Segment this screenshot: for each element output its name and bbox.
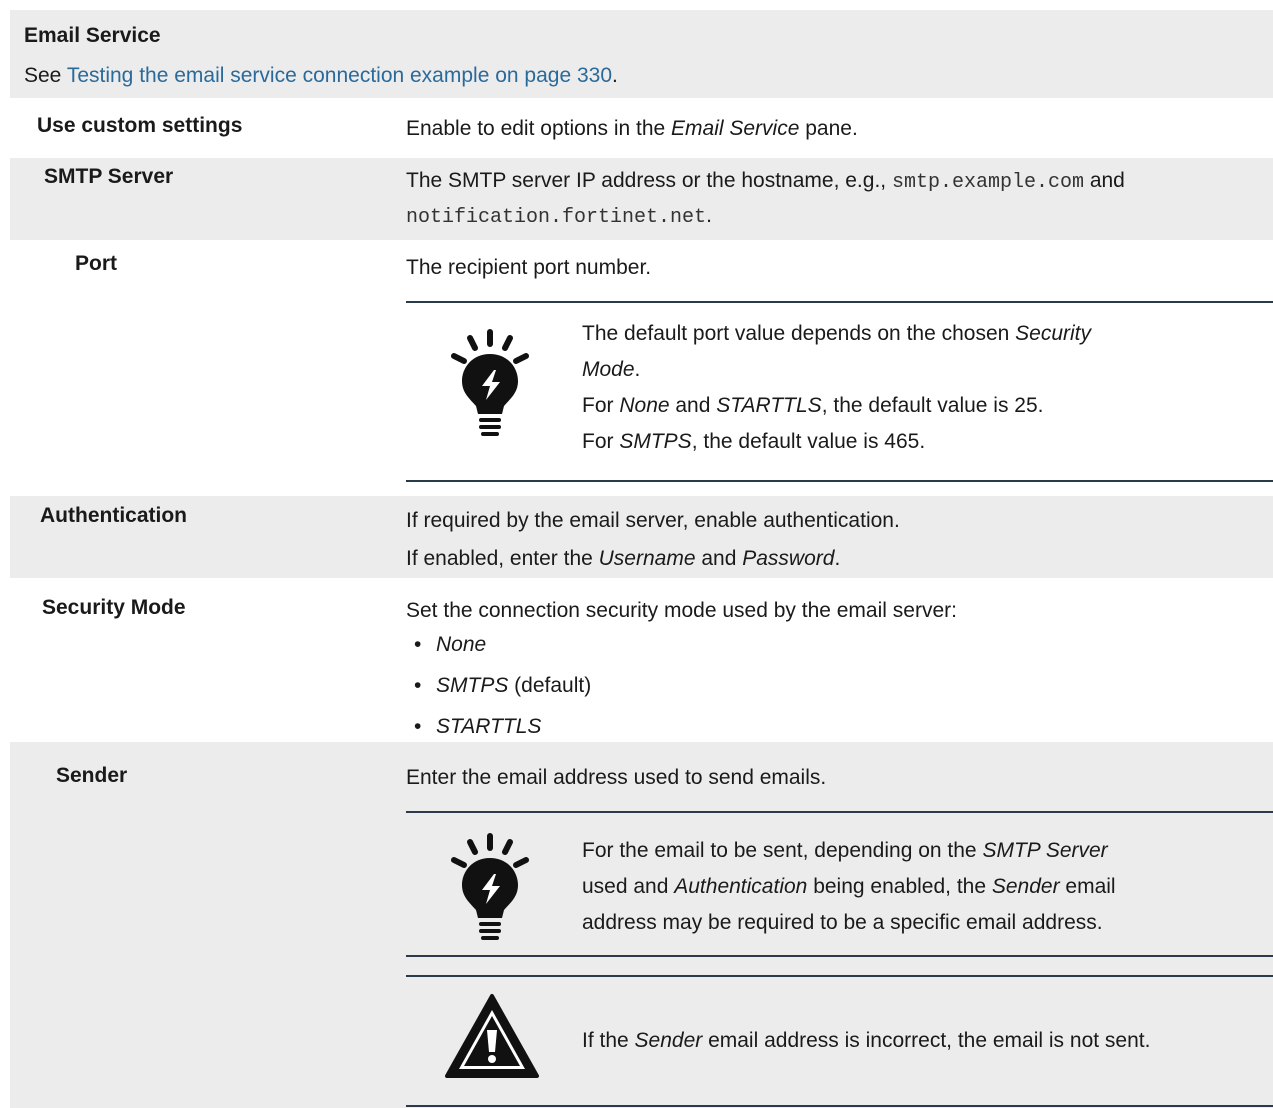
label-sender: Sender [56, 764, 128, 787]
tip-text: being enabled, the [807, 875, 992, 898]
desc-text: pane. [799, 117, 858, 140]
sender-tip-top-rule [406, 811, 1273, 813]
desc-authentication: If required by the email server, enable … [406, 502, 900, 578]
tip-text: For [582, 430, 620, 453]
label-smtp-server: SMTP Server [44, 165, 174, 188]
code-notification-host: notification.fortinet.net [406, 206, 707, 229]
lightbulb-tip-icon [451, 329, 529, 436]
desc-text: If enabled, enter the [406, 547, 599, 570]
label-port: Port [75, 252, 117, 275]
tip-em: Sender [991, 875, 1060, 898]
desc-sender: Enter the email address used to send ema… [406, 766, 827, 789]
warning-top-rule [406, 975, 1273, 977]
security-mode-options: None SMTPS (default) STARTTLS [414, 624, 591, 747]
tip-text: For [582, 394, 620, 417]
code-smtp-example: smtp.example.com [891, 171, 1084, 194]
cross-reference-link[interactable]: Testing the email service connection exa… [67, 64, 612, 87]
tip-em: SMTPS [619, 430, 692, 453]
tip-em: Authentication [674, 875, 808, 898]
desc-em: Email Service [671, 117, 800, 140]
tip-em: Mode [582, 358, 635, 381]
desc-text: . [834, 547, 841, 570]
tip-em: None [619, 394, 670, 417]
port-tip-text: The default port value depends on the ch… [582, 316, 1222, 460]
tip-em: STARTTLS [716, 394, 822, 417]
desc-text: . [706, 204, 712, 227]
tip-text: , the default value is 25. [821, 394, 1044, 417]
tip-text: email [1059, 875, 1116, 898]
tip-em: SMTP Server [982, 839, 1108, 862]
warning-em: Sender [634, 1029, 703, 1052]
label-authentication: Authentication [40, 504, 187, 527]
see-prefix: See [24, 64, 67, 87]
desc-text: If required by the email server, enable … [406, 509, 900, 532]
option-smtps: SMTPS (default) [414, 665, 591, 706]
tip-text: For the email to be sent, depending on t… [582, 839, 983, 862]
sender-tip-bottom-rule [406, 955, 1273, 957]
desc-port: The recipient port number. [406, 256, 652, 279]
desc-text: The SMTP server IP address or the hostna… [406, 169, 892, 192]
desc-text: Enable to edit options in the [406, 117, 672, 140]
warning-bottom-rule [406, 1105, 1273, 1107]
option-starttls: STARTTLS [414, 706, 591, 747]
label-use-custom-settings: Use custom settings [37, 114, 243, 137]
warning-text: If the Sender email address is incorrect… [582, 1023, 1150, 1059]
desc-em: Password [742, 547, 835, 570]
sender-tip-text: For the email to be sent, depending on t… [582, 833, 1262, 941]
desc-text: and [695, 547, 743, 570]
label-security-mode: Security Mode [42, 596, 186, 619]
desc-smtp-server: The SMTP server IP address or the hostna… [406, 164, 1273, 234]
section-title: Email Service [24, 24, 161, 47]
lightbulb-tip-icon [451, 833, 529, 940]
desc-use-custom-settings: Enable to edit options in the Email Serv… [406, 112, 858, 145]
see-suffix: . [612, 64, 618, 87]
warning-suffix: email address is incorrect, the email is… [702, 1029, 1151, 1052]
warning-triangle-icon [445, 994, 539, 1078]
tip-text: , the default value is 465. [691, 430, 926, 453]
option-none: None [414, 624, 591, 665]
tip-text: used and [582, 875, 675, 898]
see-line: See Testing the email service connection… [24, 64, 618, 88]
tip-bottom-rule [406, 480, 1273, 482]
tip-text: . [634, 358, 641, 381]
tip-em: Security [1015, 322, 1092, 345]
warning-prefix: If the [582, 1029, 635, 1052]
option-label: SMTPS [436, 674, 509, 697]
tip-text: The default port value depends on the ch… [582, 322, 1016, 345]
tip-text: and [669, 394, 717, 417]
desc-security-mode: Set the connection security mode used by… [406, 599, 957, 622]
option-label: None [436, 633, 487, 656]
tip-top-rule [406, 301, 1273, 303]
section-header: Email Service See Testing the email serv… [10, 10, 1273, 98]
desc-em: Username [598, 547, 696, 570]
option-label: STARTTLS [436, 715, 542, 738]
tip-text: address may be required to be a specific… [582, 911, 1103, 934]
desc-text: and [1083, 169, 1125, 192]
default-marker: (default) [508, 674, 592, 697]
